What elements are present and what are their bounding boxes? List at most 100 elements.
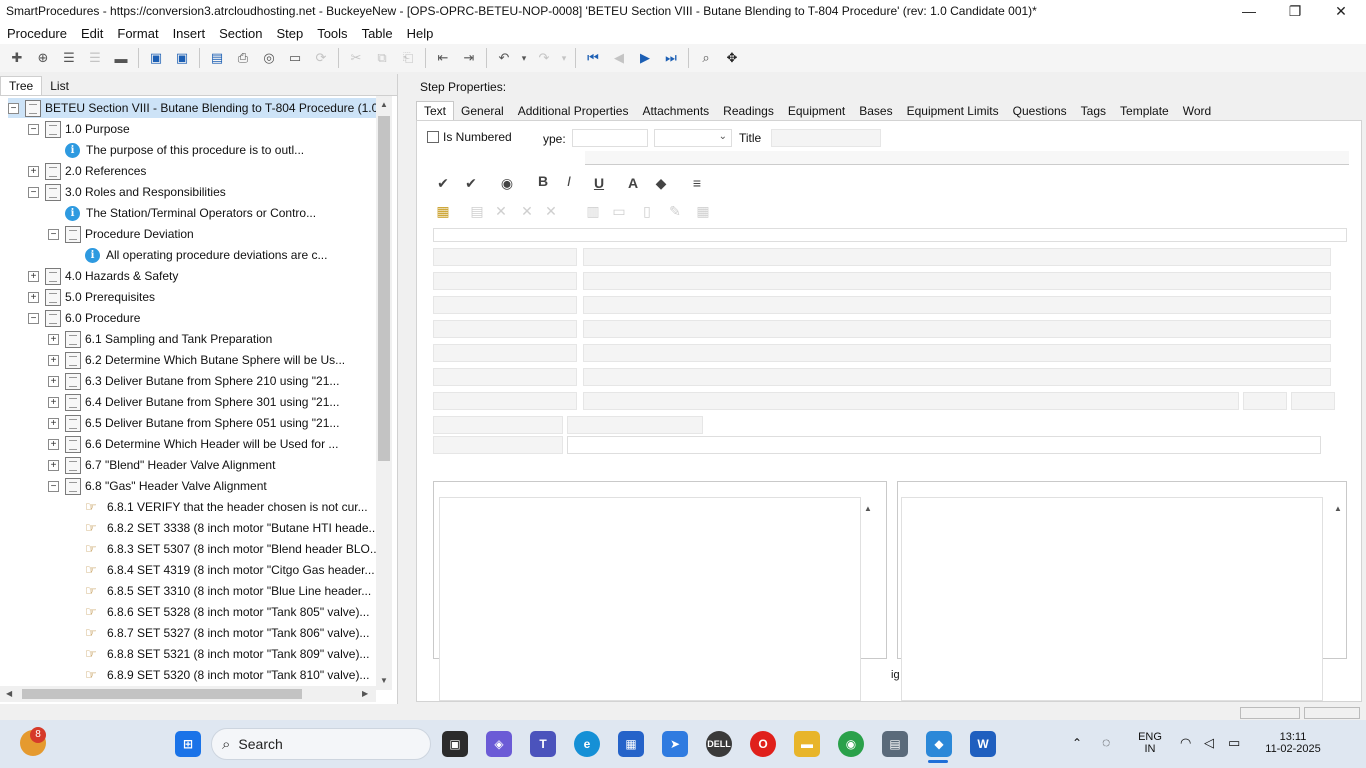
taskbar-search[interactable]: ⌕ Search (211, 728, 431, 760)
redo-dropdown-icon[interactable]: ▾ (559, 47, 569, 69)
step-notes-editor[interactable] (901, 497, 1323, 701)
tab-equipment-limits[interactable]: Equipment Limits (900, 102, 1006, 120)
save-icon[interactable]: ▣ (145, 47, 167, 69)
scroll-down-icon[interactable]: ▼ (380, 676, 388, 685)
refresh-icon[interactable]: ⟳ (310, 47, 332, 69)
paste-icon[interactable]: ⎗ (397, 47, 419, 69)
redo-icon[interactable]: ↷ (533, 47, 555, 69)
smartprocedures-icon[interactable]: ◆ (926, 731, 952, 757)
spellcheck-icon[interactable]: ◎ (258, 47, 280, 69)
copilot-icon[interactable]: ◈ (486, 731, 512, 757)
scroll-up-icon[interactable]: ▲ (864, 504, 872, 513)
tree-item[interactable]: +6.2 Determine Which Butane Sphere will … (48, 350, 345, 370)
bold-icon[interactable]: B (533, 171, 553, 191)
tree-item[interactable]: ☞ 6.8.8 SET 5321 (8 inch motor "Tank 809"… (68, 644, 369, 664)
step-text-editor[interactable] (439, 497, 861, 701)
grid-cell[interactable] (567, 416, 703, 434)
preview-icon[interactable]: ▭ (284, 47, 306, 69)
expand-icon[interactable]: + (28, 270, 39, 282)
menu-help[interactable]: Help (402, 26, 439, 41)
tree-item[interactable]: ☞ 6.8.2 SET 3338 (8 inch motor "Butane HT… (68, 518, 376, 538)
restore-button[interactable]: ❐ (1272, 0, 1318, 22)
export-icon[interactable]: ▤ (206, 47, 228, 69)
tab-additional-properties[interactable]: Additional Properties (511, 102, 636, 120)
tab-bases[interactable]: Bases (852, 102, 899, 120)
grid-cell[interactable] (433, 392, 577, 410)
grid-cell[interactable] (583, 320, 1331, 338)
tab-general[interactable]: General (454, 102, 511, 120)
tree-item[interactable]: +6.7 "Blend" Header Valve Alignment (48, 455, 275, 475)
insert-table-icon[interactable]: ▦ (433, 201, 453, 221)
cut-icon[interactable]: ✂ (345, 47, 367, 69)
expand-icon[interactable]: + (48, 333, 59, 345)
cell-props-icon[interactable]: ▯ (637, 201, 657, 221)
tree-item[interactable]: ☞ 6.8.4 SET 4319 (8 inch motor "Citgo Gas… (68, 560, 375, 580)
tree-item[interactable]: ☞ 6.8.9 SET 5320 (8 inch motor "Tank 810"… (68, 665, 369, 685)
expand-icon[interactable]: + (48, 459, 59, 471)
tab-tags[interactable]: Tags (1074, 102, 1113, 120)
battery-icon[interactable]: ▭ (1228, 735, 1240, 751)
check-icon[interactable]: ✔ (433, 173, 453, 193)
wifi-icon[interactable]: ◠ (1180, 735, 1191, 751)
delete-row-icon[interactable]: ✕ (517, 201, 537, 221)
tab-word[interactable]: Word (1176, 102, 1218, 120)
tree-item[interactable]: +2.0 References (28, 161, 146, 181)
undo-dropdown-icon[interactable]: ▾ (519, 47, 529, 69)
menu-edit[interactable]: Edit (76, 26, 108, 41)
tree-vertical-scrollbar[interactable]: ▲ ▼ (376, 96, 392, 690)
menu-tools[interactable]: Tools (312, 26, 352, 41)
highlight-icon[interactable]: ◆ (651, 173, 671, 193)
copy-icon[interactable]: ⧉ (371, 47, 393, 69)
split-cells-icon[interactable]: ▭ (609, 201, 629, 221)
scroll-right-icon[interactable]: ▶ (362, 689, 368, 698)
tree-item[interactable]: ☞ 6.8.6 SET 5328 (8 inch motor "Tank 805"… (68, 602, 369, 622)
tree-item[interactable]: +5.0 Prerequisites (28, 287, 155, 307)
delete-column-icon[interactable]: ✕ (491, 201, 511, 221)
collapse-icon[interactable]: − (28, 123, 39, 135)
grid-cell[interactable] (433, 248, 577, 266)
last-icon[interactable]: ⏭ (660, 47, 682, 69)
collapse-icon[interactable]: − (48, 480, 59, 492)
tree-item[interactable]: i All operating procedure deviations are … (68, 245, 327, 265)
language-indicator[interactable]: ENG IN (1136, 731, 1164, 755)
collapse-icon[interactable]: − (48, 228, 59, 240)
tree-item[interactable]: ☞ 6.8.5 SET 3310 (8 inch motor "Blue Line… (68, 581, 371, 601)
shield-icon[interactable]: ◉ (497, 173, 517, 193)
tree-item[interactable]: +6.5 Deliver Butane from Sphere 051 usin… (48, 413, 339, 433)
tray-overflow-icon[interactable]: ⌃ (1072, 736, 1082, 750)
tab-readings[interactable]: Readings (716, 102, 781, 120)
tree-item[interactable]: − 3.0 Roles and Responsibilities (28, 182, 226, 202)
italic-icon[interactable]: I (559, 171, 579, 191)
clock[interactable]: 13:11 11-02-2025 (1258, 731, 1328, 755)
tree-item[interactable]: i The Station/Terminal Operators or Contr… (48, 203, 316, 223)
tree-item[interactable]: − 6.0 Procedure (28, 308, 140, 328)
add-child-icon[interactable]: ⊕ (32, 47, 54, 69)
start-icon[interactable]: ⊞ (175, 731, 201, 757)
task-view-icon[interactable]: ▣ (442, 731, 468, 757)
type-dropdown[interactable]: ⌄ (654, 129, 732, 147)
grid-cell[interactable] (1243, 392, 1287, 410)
grid-cell[interactable] (583, 344, 1331, 362)
expand-icon[interactable]: + (48, 354, 59, 366)
outdent-icon[interactable]: ⇤ (432, 47, 454, 69)
scroll-left-icon[interactable]: ◀ (6, 689, 12, 698)
move-icon[interactable]: ✥ (721, 47, 743, 69)
teams-icon[interactable]: T (530, 731, 556, 757)
check-all-icon[interactable]: ✔ (461, 173, 481, 193)
align-icon[interactable]: ≡ (687, 173, 707, 193)
tree-item[interactable]: − 6.8 "Gas" Header Valve Alignment (48, 476, 267, 496)
tree-item[interactable]: − BETEU Section VIII - Butane Blending to… (8, 98, 376, 118)
list-icon[interactable]: ☰ (58, 47, 80, 69)
grid-cell[interactable] (1291, 392, 1335, 410)
store-icon[interactable]: ▦ (618, 731, 644, 757)
tab-template[interactable]: Template (1113, 102, 1176, 120)
is-numbered-checkbox[interactable] (427, 131, 439, 143)
tree-item[interactable]: ☞ 6.8.3 SET 5307 (8 inch motor "Blend hea… (68, 539, 376, 559)
file-explorer-icon[interactable]: ▬ (794, 731, 820, 757)
tab-questions[interactable]: Questions (1006, 102, 1074, 120)
title-field[interactable] (771, 129, 881, 147)
grid-cell[interactable] (433, 296, 577, 314)
grid-cell[interactable] (583, 392, 1239, 410)
grid-cell[interactable] (433, 368, 577, 386)
tree-item[interactable]: +6.1 Sampling and Tank Preparation (48, 329, 272, 349)
